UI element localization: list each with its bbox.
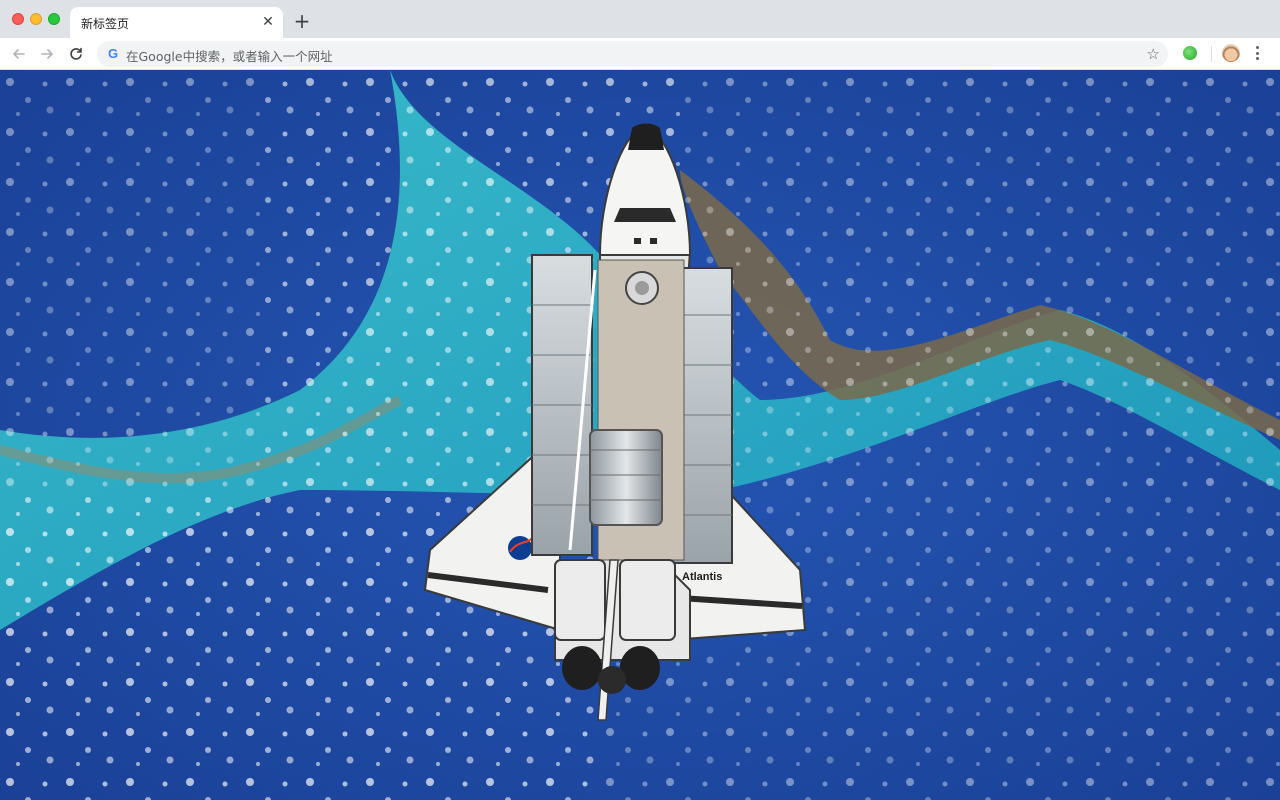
close-window-button[interactable] xyxy=(12,13,24,25)
profile-avatar-icon[interactable] xyxy=(1222,44,1240,62)
tab-close-icon[interactable]: ✕ xyxy=(261,15,275,29)
extension-icon[interactable] xyxy=(1183,46,1197,60)
forward-arrow-icon[interactable] xyxy=(37,44,57,64)
maximize-window-button[interactable] xyxy=(48,13,60,25)
toolbar-divider xyxy=(1211,46,1212,62)
bookmark-star-icon[interactable]: ☆ xyxy=(1147,45,1160,63)
back-arrow-icon[interactable] xyxy=(9,44,29,64)
tab-title: 新标签页 xyxy=(81,17,130,31)
shuttle-earth-photo: Atlantis xyxy=(0,70,1280,800)
minimize-window-button[interactable] xyxy=(30,13,42,25)
reload-icon[interactable] xyxy=(66,44,86,64)
omnibox[interactable]: G 在Google中搜索，或者输入一个网址 ☆ xyxy=(97,41,1168,67)
new-tab-button[interactable]: + xyxy=(292,11,312,32)
menu-dots-icon[interactable] xyxy=(1252,44,1262,62)
omnibox-placeholder: 在Google中搜索，或者输入一个网址 xyxy=(126,49,333,64)
orbiter-name-label: Atlantis xyxy=(682,571,722,583)
google-icon: G xyxy=(107,46,119,61)
active-tab[interactable]: 新标签页 ✕ xyxy=(70,7,283,38)
new-tab-background: Atlantis xyxy=(0,70,1280,800)
tab-strip: 新标签页 ✕ + xyxy=(0,0,1280,38)
toolbar: G 在Google中搜索，或者输入一个网址 ☆ xyxy=(0,38,1280,70)
